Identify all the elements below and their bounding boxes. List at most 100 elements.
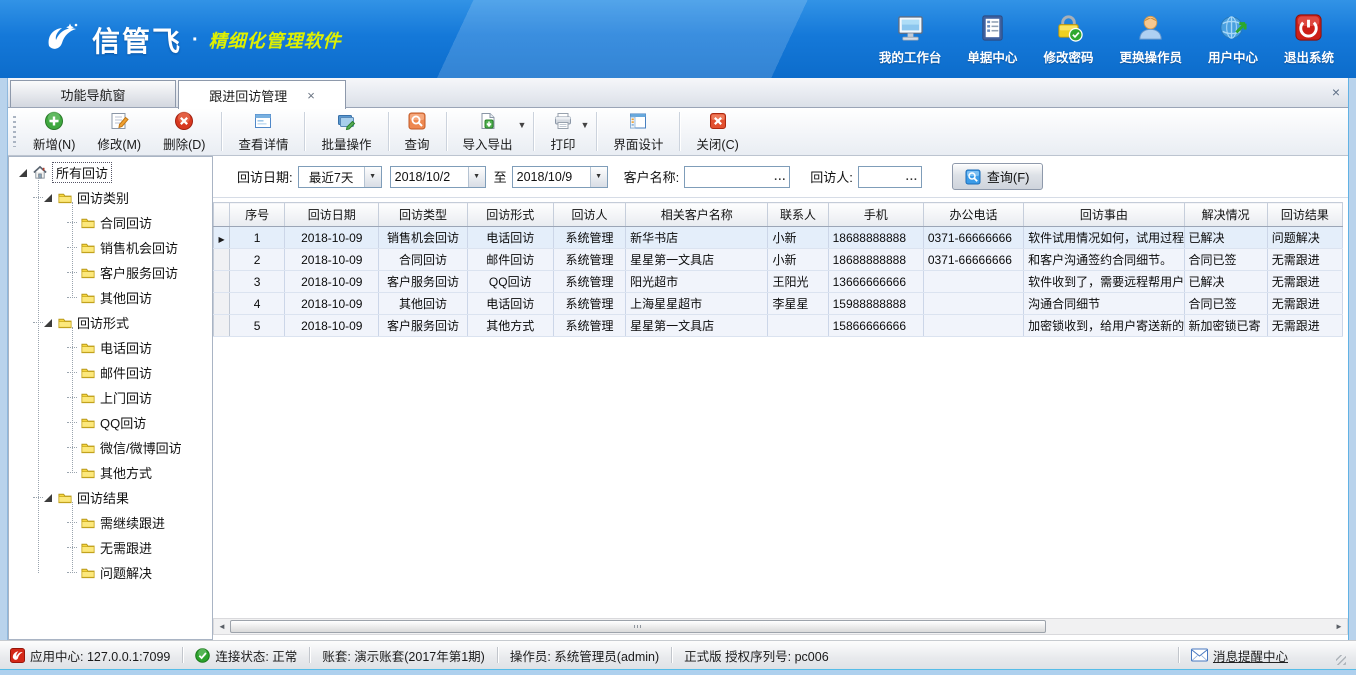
scroll-left-arrow-icon[interactable]: ◄: [214, 619, 230, 634]
table-cell[interactable]: 王阳光: [768, 271, 828, 293]
visitor-browse-button[interactable]: ...: [903, 167, 921, 187]
table-cell[interactable]: 客户服务回访: [379, 271, 467, 293]
table-cell[interactable]: 2018-10-09: [285, 271, 379, 293]
table-cell[interactable]: 1: [230, 227, 285, 249]
tabstrip-close-icon[interactable]: ×: [1332, 84, 1340, 100]
toolbar-print-dropdown-arrow-icon[interactable]: ▼: [580, 120, 589, 130]
table-cell[interactable]: 0371-66666666: [923, 249, 1023, 271]
tree-group-2[interactable]: 回访结果: [9, 485, 212, 510]
table-cell[interactable]: 15988888888: [828, 293, 923, 315]
table-cell[interactable]: 和客户沟通签约合同细节。: [1024, 249, 1184, 271]
chevron-down-icon[interactable]: ▼: [364, 167, 381, 187]
tree-expand-icon[interactable]: [44, 494, 52, 502]
tree-item[interactable]: 其他回访: [9, 285, 212, 310]
date-range-select[interactable]: 最近7天 ▼: [298, 166, 382, 188]
table-cell[interactable]: 13666666666: [828, 271, 923, 293]
table-row[interactable]: ▶12018-10-09销售机会回访电话回访系统管理新华书店小新18688888…: [214, 227, 1343, 249]
table-cell[interactable]: 新加密锁已寄: [1184, 315, 1267, 337]
table-cell[interactable]: 合同已签: [1184, 249, 1267, 271]
tree-expand-icon[interactable]: [44, 194, 52, 202]
table-cell[interactable]: 星星第一文具店: [626, 249, 768, 271]
table-cell[interactable]: 无需跟进: [1267, 271, 1342, 293]
customer-browse-button[interactable]: ...: [771, 167, 789, 187]
date-from-select[interactable]: 2018/10/2 ▼: [390, 166, 486, 188]
horizontal-scrollbar[interactable]: ◄ ►: [213, 618, 1348, 635]
column-header[interactable]: 回访事由: [1024, 203, 1184, 227]
toolbar-import-export-button[interactable]: 导入导出: [452, 108, 524, 156]
table-cell[interactable]: 沟通合同细节: [1024, 293, 1184, 315]
tab-function-nav[interactable]: 功能导航窗: [10, 80, 176, 107]
toolbar-close-button[interactable]: 关闭(C): [685, 108, 749, 156]
tree-item[interactable]: 微信/微博回访: [9, 435, 212, 460]
scrollbar-thumb[interactable]: [230, 620, 1046, 633]
table-cell[interactable]: 李星星: [768, 293, 828, 315]
table-cell[interactable]: 18688888888: [828, 249, 923, 271]
toolbar-grip-handle[interactable]: [13, 116, 16, 147]
column-header[interactable]: 回访日期: [285, 203, 379, 227]
tree-item[interactable]: 邮件回访: [9, 360, 212, 385]
tree-root-all-visits[interactable]: 所有回访: [9, 160, 212, 185]
nav-user-center[interactable]: 用户中心: [1208, 12, 1258, 66]
tree-expand-icon[interactable]: [19, 169, 27, 177]
tree-item[interactable]: 销售机会回访: [9, 235, 212, 260]
table-cell[interactable]: [923, 293, 1023, 315]
table-cell[interactable]: 2018-10-09: [285, 315, 379, 337]
column-header[interactable]: 回访类型: [379, 203, 467, 227]
toolbar-delete-button[interactable]: 删除(D): [152, 108, 216, 156]
scroll-right-arrow-icon[interactable]: ►: [1331, 619, 1347, 634]
nav-change-password[interactable]: 修改密码: [1043, 12, 1093, 66]
table-cell[interactable]: 2018-10-09: [285, 227, 379, 249]
table-cell[interactable]: 小新: [768, 249, 828, 271]
tree-item[interactable]: 其他方式: [9, 460, 212, 485]
table-cell[interactable]: 2018-10-09: [285, 293, 379, 315]
column-header[interactable]: 联系人: [768, 203, 828, 227]
tree-item[interactable]: 电话回访: [9, 335, 212, 360]
table-cell[interactable]: 电话回访: [467, 227, 553, 249]
column-header[interactable]: 手机: [828, 203, 923, 227]
table-cell[interactable]: 无需跟进: [1267, 293, 1342, 315]
tree-item[interactable]: 问题解决: [9, 560, 212, 585]
tab-followup-visit-management[interactable]: 跟进回访管理 ×: [178, 80, 346, 109]
visitor-field[interactable]: [859, 168, 903, 186]
table-row[interactable]: 32018-10-09客户服务回访QQ回访系统管理阳光超市王阳光13666666…: [214, 271, 1343, 293]
table-cell[interactable]: 系统管理: [553, 227, 625, 249]
table-cell[interactable]: 上海星星超市: [626, 293, 768, 315]
table-cell[interactable]: 系统管理: [553, 315, 625, 337]
table-cell[interactable]: 软件收到了，需要远程帮用户: [1024, 271, 1184, 293]
toolbar-batch-operations-button[interactable]: 批量操作: [310, 108, 382, 156]
table-cell[interactable]: 15866666666: [828, 315, 923, 337]
table-cell[interactable]: 4: [230, 293, 285, 315]
toolbar-edit-button[interactable]: 修改(M): [86, 108, 152, 156]
table-cell[interactable]: 已解决: [1184, 271, 1267, 293]
toolbar-print-button[interactable]: 打印: [539, 108, 586, 156]
toolbar-import-export-dropdown-arrow-icon[interactable]: ▼: [518, 120, 527, 130]
toolbar-query-button[interactable]: 查询: [394, 108, 441, 156]
table-cell[interactable]: 客户服务回访: [379, 315, 467, 337]
table-cell[interactable]: 5: [230, 315, 285, 337]
table-cell[interactable]: 无需跟进: [1267, 315, 1342, 337]
table-cell[interactable]: 2: [230, 249, 285, 271]
tree-item[interactable]: QQ回访: [9, 410, 212, 435]
table-cell[interactable]: 系统管理: [553, 271, 625, 293]
table-cell[interactable]: QQ回访: [467, 271, 553, 293]
table-cell[interactable]: 星星第一文具店: [626, 315, 768, 337]
tree-item[interactable]: 合同回访: [9, 210, 212, 235]
customer-name-input[interactable]: ...: [684, 166, 790, 188]
toolbar-view-details-button[interactable]: 查看详情: [227, 108, 299, 156]
date-to-select[interactable]: 2018/10/9 ▼: [512, 166, 608, 188]
table-cell[interactable]: 0371-66666666: [923, 227, 1023, 249]
table-cell[interactable]: 3: [230, 271, 285, 293]
table-cell[interactable]: [768, 315, 828, 337]
tree-item[interactable]: 无需跟进: [9, 535, 212, 560]
table-cell[interactable]: 18688888888: [828, 227, 923, 249]
table-cell[interactable]: 邮件回访: [467, 249, 553, 271]
tree-expand-icon[interactable]: [44, 319, 52, 327]
table-cell[interactable]: 系统管理: [553, 249, 625, 271]
table-cell[interactable]: 其他回访: [379, 293, 467, 315]
nav-switch-operator[interactable]: 更换操作员: [1119, 12, 1182, 66]
resize-grip[interactable]: [1336, 655, 1346, 665]
column-header[interactable]: 相关客户名称: [626, 203, 768, 227]
column-header[interactable]: 解决情况: [1184, 203, 1267, 227]
table-cell[interactable]: 2018-10-09: [285, 249, 379, 271]
table-cell[interactable]: 其他方式: [467, 315, 553, 337]
